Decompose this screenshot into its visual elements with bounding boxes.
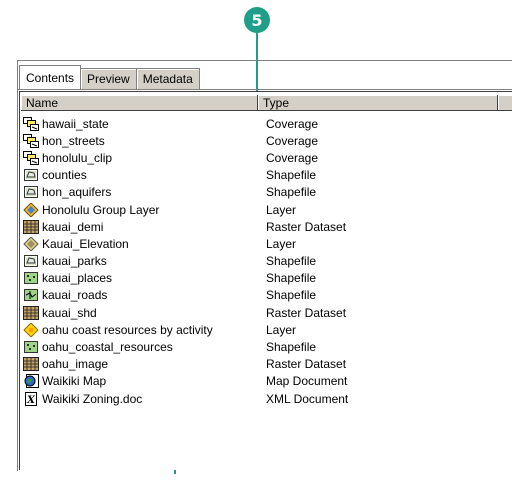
item-type: Raster Dataset [266, 305, 347, 320]
list-item[interactable]: Kauai_Elevation Layer [23, 235, 493, 252]
item-type: Shapefile [266, 340, 317, 355]
item-name: Honolulu Group Layer [42, 202, 160, 217]
item-type: Layer [266, 202, 297, 217]
column-header-name[interactable]: Name [21, 95, 258, 111]
list-item[interactable]: kauai_demi Raster Dataset [23, 218, 493, 235]
list-item[interactable]: Waikiki Map Map Document [23, 373, 493, 390]
item-name: hon_aquifers [42, 185, 112, 200]
layer-icon [23, 236, 39, 251]
line-shapefile-icon [23, 288, 39, 302]
svg-text:X: X [26, 395, 36, 406]
item-type: Raster Dataset [266, 357, 347, 372]
item-name: Kauai_Elevation [42, 236, 129, 251]
item-name: Waikiki Map [42, 374, 107, 389]
tab-baseline [18, 89, 512, 90]
coverage-icon [23, 116, 39, 131]
raster-icon [23, 219, 39, 234]
xml-document-icon: X [23, 391, 39, 406]
tab-preview[interactable]: Preview [80, 68, 137, 89]
polygon-shapefile-icon [23, 168, 39, 182]
item-name: oahu_image [42, 357, 109, 372]
item-type: XML Document [266, 391, 349, 406]
item-name: kauai_places [42, 271, 113, 286]
item-type: Shapefile [266, 168, 317, 183]
raster-icon [23, 357, 39, 372]
step-callout-number: 5 [251, 10, 263, 30]
item-name: kauai_demi [42, 219, 104, 234]
step-callout-badge: 5 [244, 7, 270, 33]
polygon-shapefile-icon [23, 185, 39, 199]
list-item[interactable]: hawaii_state Coverage [23, 115, 493, 132]
contents-list: hawaii_state Coverage hon_streets Coverage h… [23, 115, 493, 407]
item-type: Coverage [266, 150, 319, 165]
map-document-icon [23, 374, 39, 389]
list-item[interactable]: oahu coast resources by activity Layer [23, 321, 493, 338]
yellow-layer-icon [23, 322, 39, 337]
list-item[interactable]: kauai_places Shapefile [23, 270, 493, 287]
item-type: Coverage [266, 116, 319, 131]
list-item[interactable]: kauai_shd Raster Dataset [23, 304, 493, 321]
item-name: hon_streets [42, 133, 105, 148]
list-item[interactable]: honolulu_clip Coverage [23, 149, 493, 166]
item-type: Shapefile [266, 271, 317, 286]
item-type: Coverage [266, 133, 319, 148]
tab-contents[interactable]: Contents [19, 65, 82, 89]
point-shapefile-icon [23, 271, 39, 285]
tab-bar: Contents Preview Metadata [19, 65, 200, 89]
item-type: Layer [266, 236, 297, 251]
item-type: Shapefile [266, 185, 317, 200]
column-header-row: Name Type [21, 95, 512, 111]
item-name: oahu coast resources by activity [42, 322, 213, 337]
column-header-filler [498, 95, 512, 111]
item-type: Layer [266, 322, 297, 337]
item-name: hawaii_state [42, 116, 109, 131]
list-item[interactable]: Honolulu Group Layer Layer [23, 201, 493, 218]
raster-icon [23, 305, 39, 320]
tab-metadata[interactable]: Metadata [135, 68, 200, 89]
item-name: oahu_coastal_resources [42, 340, 173, 355]
list-item[interactable]: counties Shapefile [23, 167, 493, 184]
list-item[interactable]: kauai_roads Shapefile [23, 287, 493, 304]
item-name: Waikiki Zoning.doc [42, 391, 143, 406]
polygon-shapefile-icon [23, 254, 39, 268]
list-item[interactable]: hon_aquifers Shapefile [23, 184, 493, 201]
item-name: counties [42, 168, 87, 183]
column-header-type[interactable]: Type [258, 95, 498, 111]
item-name: honolulu_clip [42, 150, 113, 165]
item-type: Map Document [266, 374, 348, 389]
list-item[interactable]: hon_streets Coverage [23, 132, 493, 149]
item-name: kauai_parks [42, 254, 107, 269]
coverage-icon [23, 133, 39, 148]
list-item[interactable]: oahu_coastal_resources Shapefile [23, 338, 493, 355]
item-name: kauai_roads [42, 288, 108, 303]
coverage-icon [23, 150, 39, 165]
item-type: Shapefile [266, 288, 317, 303]
list-item[interactable]: kauai_parks Shapefile [23, 253, 493, 270]
list-item[interactable]: X Waikiki Zoning.doc XML Document [23, 390, 493, 407]
list-item[interactable]: oahu_image Raster Dataset [23, 356, 493, 373]
item-type: Shapefile [266, 254, 317, 269]
point-shapefile-icon [23, 340, 39, 354]
item-type: Raster Dataset [266, 219, 347, 234]
group-layer-icon [23, 202, 39, 217]
item-name: kauai_shd [42, 305, 97, 320]
